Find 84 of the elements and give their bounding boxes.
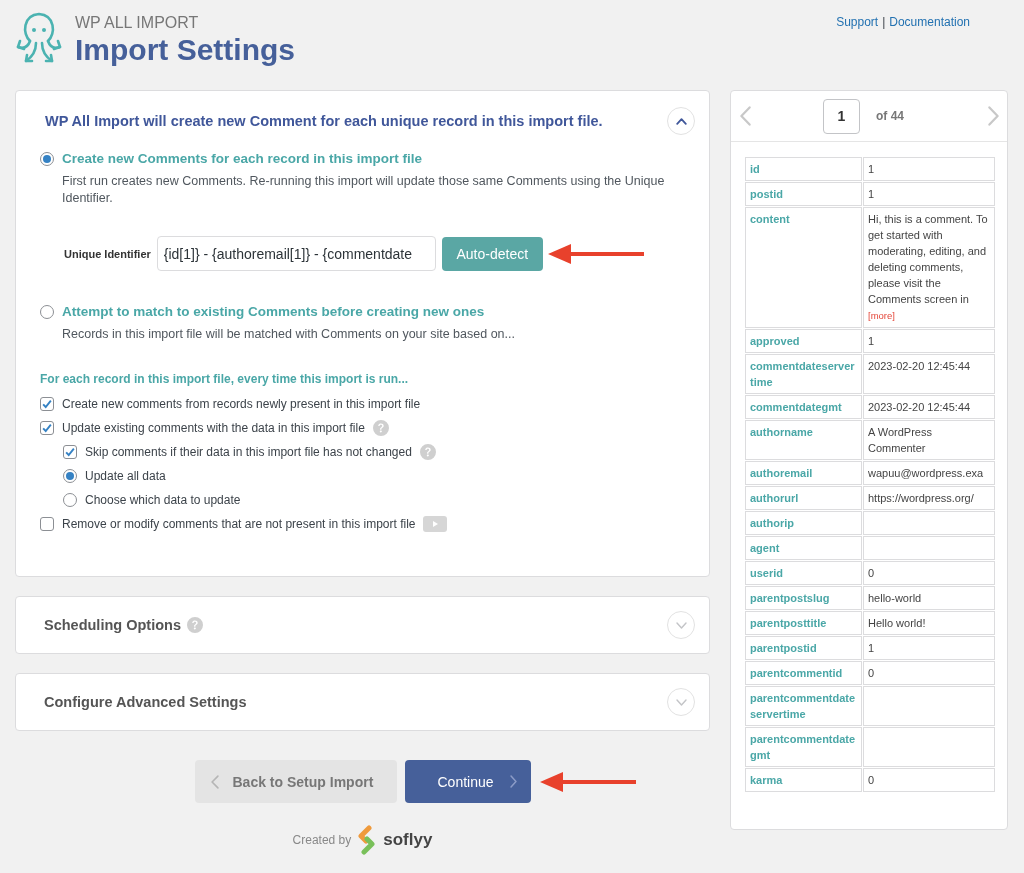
chevron-right-icon[interactable] <box>988 106 999 126</box>
continue-button[interactable]: Continue <box>404 760 531 803</box>
radio-button[interactable] <box>63 469 77 483</box>
option-label: Create new comments from records newly present in this import file <box>62 397 421 411</box>
page-field[interactable]: 1 <box>823 98 860 134</box>
field-value-cell: 0 <box>863 768 995 792</box>
field-value-cell: 2023-02-20 12:45:44 <box>863 395 995 419</box>
field-label: Unique Identifier <box>64 247 151 260</box>
field-value-cell: 0 <box>863 661 995 685</box>
field-value-cell: 0 <box>863 561 995 585</box>
field-name-cell: commentdategmt <box>745 395 862 419</box>
field-value-cell: 1 <box>863 636 995 660</box>
field-name-cell: parentcommentdateservertime <box>745 686 862 726</box>
field-name-cell: parentpostslug <box>745 586 862 610</box>
help-icon[interactable] <box>419 444 436 460</box>
unique-identifier-field[interactable]: {id[1]} - {authoremail[1]} - {commentdate <box>156 236 436 271</box>
chevron-down-icon <box>675 621 687 629</box>
radio-button[interactable] <box>63 493 77 507</box>
field-name-cell: postid <box>745 182 862 206</box>
credit-text: Created by <box>292 833 352 847</box>
field-name-cell: authoremail <box>745 461 862 485</box>
field-name-cell: authorip <box>745 511 862 535</box>
option-label: Attempt to match to existing Comments before creating new ones <box>62 303 485 320</box>
section-heading: For each record in this import file, every time this import is run... <box>40 371 410 388</box>
option-label: Update existing comments with the data in this import file <box>62 421 365 435</box>
field-value-cell: 2023-02-20 12:45:44 <box>863 354 995 394</box>
option-label: Choose which data to update <box>85 493 241 507</box>
logo-icon <box>357 825 378 855</box>
link-separator: | <box>882 15 886 29</box>
field-name-cell: approved <box>745 329 862 353</box>
panel-title: Configure Advanced Settings <box>44 694 247 710</box>
field-name-cell: userid <box>745 561 862 585</box>
header-link[interactable]: Support <box>836 15 879 29</box>
field-value-cell: Hi, this is a comment. To get started with moderating, editing, and deleting comments, please visit the Comments screen in [more] <box>863 207 995 328</box>
field-name-cell: parentcommentid <box>745 661 862 685</box>
chevron-up-icon <box>675 117 687 125</box>
brand-wordmark: soflyy <box>383 830 433 850</box>
chevron-left-icon[interactable] <box>740 106 751 126</box>
field-name-cell: content <box>745 207 862 328</box>
field-name-cell: id <box>745 157 862 181</box>
header-link[interactable]: Documentation <box>889 15 970 29</box>
field-name-cell: agent <box>745 536 862 560</box>
panel-title: Scheduling Options <box>44 617 181 633</box>
auto-detect-button[interactable]: Auto-detect <box>441 236 543 271</box>
field-value-cell: hello-world <box>863 586 995 610</box>
field-value-cell: 1 <box>863 182 995 206</box>
option-label: Update all data <box>85 469 166 483</box>
option-description: Records in this import file will be matched with Comments on your site based on... <box>62 326 516 343</box>
checkbox[interactable] <box>40 397 54 411</box>
chevron-left-icon <box>210 774 219 789</box>
field-name-cell: parentcommentdategmt <box>745 727 862 767</box>
field-value-cell: A WordPress Commenter <box>863 420 995 460</box>
field-name-cell: parentpostid <box>745 636 862 660</box>
checkbox[interactable] <box>63 445 77 459</box>
help-icon[interactable] <box>186 617 203 633</box>
field-value-cell: wapuu@wordpress.exa <box>863 461 995 485</box>
back-button[interactable]: Back to Setup Import <box>194 760 397 803</box>
option-label: Skip comments if their data in this import file has not changed <box>85 445 412 459</box>
field-name-cell: parentposttitle <box>745 611 862 635</box>
video-play-icon[interactable] <box>423 516 448 532</box>
more-link[interactable]: [more] <box>868 310 895 321</box>
checkbox[interactable] <box>40 517 54 531</box>
field-name-cell: authorname <box>745 420 862 460</box>
field-value-cell: 1 <box>863 157 995 181</box>
field-value-cell: Hello world! <box>863 611 995 635</box>
page-title: Import Settings <box>75 33 295 67</box>
panel-title: WP All Import will create new Comment for each unique record in this import file. <box>45 113 603 129</box>
radio-button[interactable] <box>40 304 54 319</box>
chevron-down-icon <box>675 698 687 706</box>
option-label: Remove or modify comments that are not present in this import file <box>62 517 416 531</box>
chevron-right-icon <box>509 775 517 788</box>
field-value-cell: https://wordpress.org/ <box>863 486 995 510</box>
help-icon[interactable] <box>372 420 389 436</box>
field-name-cell: authorurl <box>745 486 862 510</box>
brand-name: WP ALL IMPORT <box>75 13 199 32</box>
field-name-cell: karma <box>745 768 862 792</box>
option-description: First run creates new Comments. Re-running this import will update those same Comments using the Unique Identifier. <box>62 173 666 207</box>
checkbox[interactable] <box>40 421 54 435</box>
option-label: Create new Comments for each record in this import file <box>62 150 423 167</box>
field-value-cell: 1 <box>863 329 995 353</box>
collapse-button[interactable] <box>667 107 695 135</box>
radio-button[interactable] <box>40 151 54 166</box>
field-name-cell: commentdateservertime <box>745 354 862 394</box>
page-total: of 44 <box>876 109 904 123</box>
